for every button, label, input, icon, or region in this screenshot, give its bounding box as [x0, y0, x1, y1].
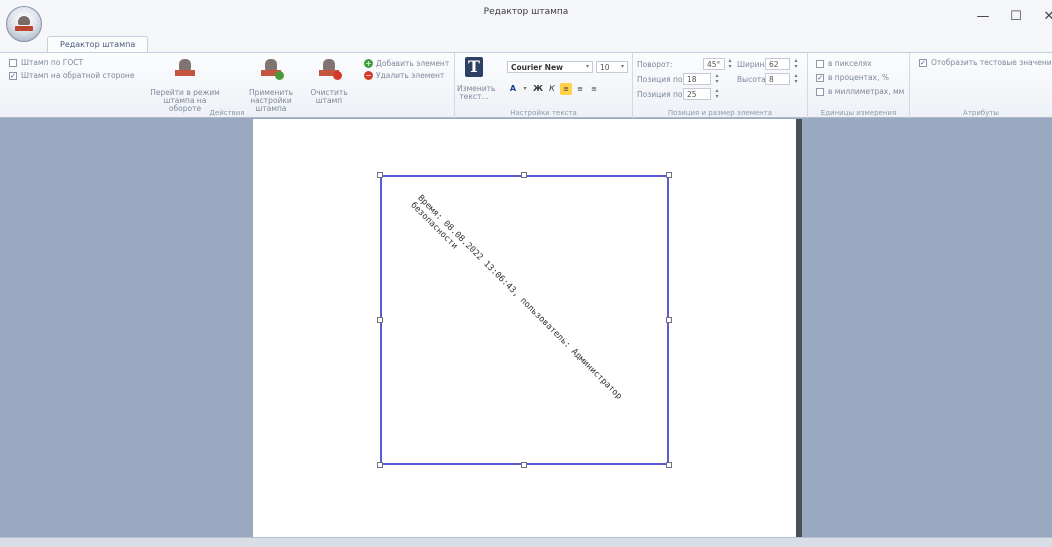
resize-handle-top[interactable] — [521, 172, 527, 178]
rotation-input[interactable]: 45° — [703, 58, 725, 70]
units-mm-label: в миллиметрах, мм — [828, 87, 905, 96]
units-percent-label: в процентах, % — [828, 73, 889, 82]
chevron-down-icon: ▾ — [620, 63, 624, 70]
font-size-value: 10 — [600, 63, 610, 72]
ribbon: Штамп по ГОСТ ✓ Штамп на обратной сторон… — [0, 52, 1052, 118]
show-test-values-checkbox[interactable]: ✓ — [919, 59, 927, 67]
group-units-label: Единицы измерения — [820, 109, 897, 117]
delete-element-button[interactable]: − Удалить элемент — [364, 71, 444, 80]
stamp-icon — [15, 16, 33, 32]
gost-checkbox[interactable] — [9, 59, 17, 67]
italic-button[interactable]: К — [546, 83, 558, 95]
pos-x-input[interactable]: 18 — [683, 73, 711, 85]
group-text-settings: T Изменить текст... Courier New ▾ 10 ▾ A… — [455, 53, 633, 118]
clear-stamp-button[interactable]: Очистить штамп — [307, 57, 351, 105]
stamp-clear-icon — [318, 57, 342, 80]
resize-handle-left[interactable] — [377, 317, 383, 323]
resize-handle-right[interactable] — [666, 317, 672, 323]
tab-stamp-editor[interactable]: Редактор штампа — [47, 36, 149, 53]
delete-element-label: Удалить элемент — [376, 71, 445, 80]
font-size-select[interactable]: 10 ▾ — [596, 61, 628, 73]
stamp-apply-icon — [260, 57, 284, 80]
minus-icon: − — [364, 71, 373, 80]
font-color-dropdown-icon[interactable]: ▾ — [519, 83, 531, 95]
pos-y-spinner[interactable]: ▴ ▾ — [713, 88, 721, 100]
resize-handle-bottom[interactable] — [521, 462, 527, 468]
align-right-button[interactable]: ≡ — [588, 83, 600, 95]
plus-icon: + — [364, 59, 373, 68]
group-actions-label: Действия — [209, 109, 245, 117]
window-title: Редактор штампа — [483, 7, 569, 17]
height-input[interactable]: 8 — [765, 73, 790, 85]
group-actions: Штамп по ГОСТ ✓ Штамп на обратной сторон… — [0, 53, 455, 118]
pos-x-spinner[interactable]: ▴ ▾ — [713, 73, 721, 85]
width-input[interactable]: 62 — [765, 58, 790, 70]
show-test-values-label: Отобразить тестовые значения — [931, 58, 1052, 67]
text-icon: T — [463, 57, 485, 79]
group-units: в пикселях ✓ в процентах, % в миллиметра… — [808, 53, 910, 118]
font-name-select[interactable]: Courier New ▾ — [507, 61, 593, 73]
font-name-value: Courier New — [511, 63, 563, 72]
status-bar — [0, 537, 1052, 547]
page-shadow — [796, 119, 802, 537]
align-center-button[interactable]: ≡ — [574, 83, 586, 95]
units-pixels-checkbox[interactable] — [816, 60, 824, 68]
rotation-label: Поворот: — [637, 60, 673, 69]
gost-checkbox-label: Штамп по ГОСТ — [21, 58, 84, 67]
height-label: Высота: — [737, 75, 769, 84]
resize-handle-bottom-left[interactable] — [377, 462, 383, 468]
application-menu-button[interactable] — [6, 6, 42, 42]
group-position-size: Поворот: 45° ▴ ▾ Ширина: 62 ▴ ▾ Позиция по… — [633, 53, 808, 118]
apply-settings-button[interactable]: Применить настройки штампа — [237, 57, 305, 113]
rotation-spinner[interactable]: ▴ ▾ — [726, 58, 734, 70]
ribbon-tab-row: Редактор штампа — [0, 36, 1052, 53]
group-text-settings-label: Настройки текста — [510, 109, 577, 117]
stamp-icon — [174, 57, 196, 79]
chevron-down-icon: ▾ — [585, 63, 589, 70]
app-window: Редактор штампа — ☐ ✕ Редактор штампа Шт… — [0, 0, 1052, 547]
minimize-button[interactable]: — — [966, 2, 1000, 30]
units-mm-checkbox[interactable] — [816, 88, 824, 96]
add-element-button[interactable]: + Добавить элемент — [364, 59, 449, 68]
maximize-button[interactable]: ☐ — [999, 2, 1033, 30]
group-attributes-label: Атрибуты — [963, 109, 999, 117]
title-bar: Редактор штампа — ☐ ✕ — [0, 0, 1052, 42]
clear-stamp-line2: штамп — [315, 96, 343, 105]
height-spinner[interactable]: ▴ ▾ — [792, 73, 800, 85]
pos-y-input[interactable]: 25 — [683, 88, 711, 100]
width-spinner[interactable]: ▴ ▾ — [792, 58, 800, 70]
resize-handle-top-right[interactable] — [666, 172, 672, 178]
back-side-checkbox-label: Штамп на обратной стороне — [21, 71, 135, 80]
resize-handle-bottom-right[interactable] — [666, 462, 672, 468]
units-percent-checkbox[interactable]: ✓ — [816, 74, 824, 82]
goto-back-mode-button[interactable]: Перейти в режим штампа на обороте — [150, 57, 220, 113]
bold-button[interactable]: Ж — [532, 83, 544, 95]
back-side-checkbox[interactable]: ✓ — [9, 72, 17, 80]
close-button[interactable]: ✕ — [1032, 2, 1052, 30]
align-left-button[interactable]: ≡ — [560, 83, 572, 95]
group-position-size-label: Позиция и размер элемента — [667, 109, 773, 117]
group-attributes: ✓ Отобразить тестовые значения Атрибуты — [910, 53, 1052, 118]
add-element-label: Добавить элемент — [376, 59, 450, 68]
edit-text-button[interactable]: T Изменить текст... — [457, 57, 495, 101]
font-color-button[interactable]: A — [507, 83, 519, 95]
edit-text-line2: текст... — [459, 92, 489, 101]
units-pixels-label: в пикселях — [828, 59, 872, 68]
resize-handle-top-left[interactable] — [377, 172, 383, 178]
